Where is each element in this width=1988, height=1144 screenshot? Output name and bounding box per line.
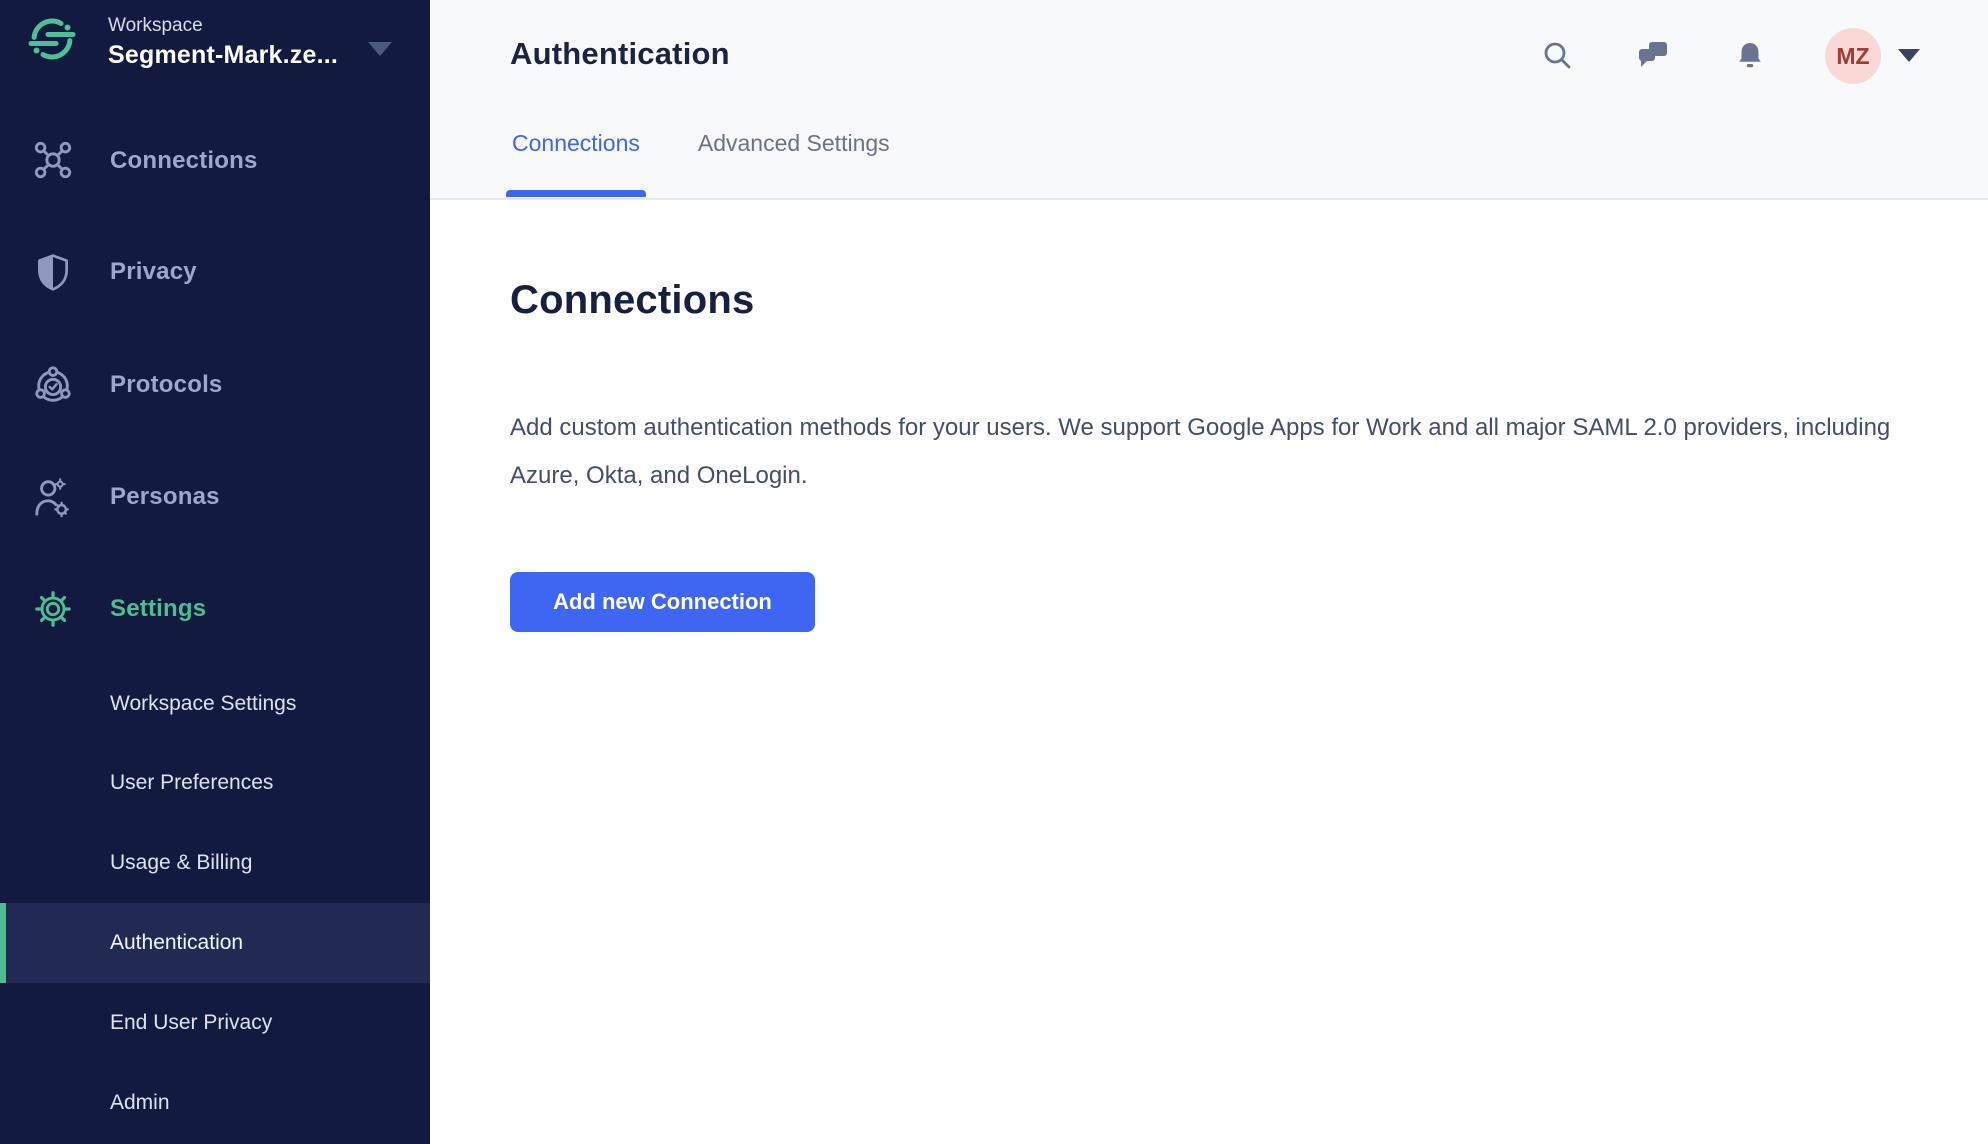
sidebar-item-connections[interactable]: Connections <box>0 130 430 192</box>
sidebar-subitem-label: Admin <box>110 1091 170 1115</box>
chevron-down-icon[interactable] <box>368 42 392 56</box>
workspace-name: Segment-Mark.ze... <box>108 39 338 71</box>
page-header: Authentication Connections Advanced Sett… <box>430 0 1988 200</box>
sidebar: Workspace Segment-Mark.ze... Connections <box>0 0 430 1144</box>
notifications-bell-icon[interactable] <box>1732 38 1768 74</box>
selected-indicator-bar <box>0 903 6 983</box>
chat-icon[interactable] <box>1635 38 1671 74</box>
chevron-down-icon[interactable] <box>1898 49 1920 62</box>
sidebar-item-privacy[interactable]: Privacy <box>0 241 430 303</box>
sidebar-subitem-user-preferences[interactable]: User Preferences <box>0 743 430 823</box>
sidebar-item-label: Protocols <box>110 371 222 399</box>
settings-gear-icon <box>31 587 75 631</box>
sidebar-subitem-admin[interactable]: Admin <box>0 1063 430 1143</box>
sidebar-subitem-authentication[interactable]: Authentication <box>0 903 430 983</box>
privacy-shield-icon <box>31 250 75 294</box>
sidebar-subitem-label: Authentication <box>110 931 243 955</box>
sidebar-subitem-usage-billing[interactable]: Usage & Billing <box>0 823 430 903</box>
sidebar-item-label: Connections <box>110 147 258 175</box>
workspace-texts: Workspace Segment-Mark.ze... <box>108 13 338 71</box>
sidebar-subitem-label: End User Privacy <box>110 1011 272 1035</box>
content-heading: Connections <box>510 278 754 323</box>
sidebar-subitem-label: Workspace Settings <box>110 692 296 716</box>
sidebar-item-personas[interactable]: Personas <box>0 466 430 528</box>
sidebar-item-label: Privacy <box>110 258 197 286</box>
workspace-switcher[interactable]: Workspace Segment-Mark.ze... <box>0 0 430 96</box>
app-root: Workspace Segment-Mark.ze... Connections <box>0 0 1988 1144</box>
protocols-icon <box>31 363 75 407</box>
sidebar-item-protocols[interactable]: Protocols <box>0 354 430 416</box>
tab-connections[interactable]: Connections <box>506 130 646 157</box>
workspace-label: Workspace <box>108 13 338 39</box>
sidebar-subitem-end-user-privacy[interactable]: End User Privacy <box>0 983 430 1063</box>
page-title: Authentication <box>510 36 730 72</box>
search-icon[interactable] <box>1540 38 1576 74</box>
sidebar-subitem-label: Usage & Billing <box>110 851 252 875</box>
sidebar-item-label: Personas <box>110 483 220 511</box>
sidebar-item-settings[interactable]: Settings <box>0 578 430 640</box>
tab-bar: Connections Advanced Settings <box>506 130 896 157</box>
avatar[interactable]: MZ <box>1825 28 1881 84</box>
tab-advanced-settings[interactable]: Advanced Settings <box>692 130 896 157</box>
segment-logo-icon <box>28 15 76 63</box>
personas-icon <box>31 475 75 519</box>
add-new-connection-button[interactable]: Add new Connection <box>510 572 815 632</box>
sidebar-subitem-workspace-settings[interactable]: Workspace Settings <box>0 664 430 744</box>
main-area: Authentication Connections Advanced Sett… <box>430 0 1988 1144</box>
content-description: Add custom authentication methods for yo… <box>510 404 1930 500</box>
sidebar-subitem-label: User Preferences <box>110 771 273 795</box>
sidebar-item-label: Settings <box>110 595 206 623</box>
connections-icon <box>31 139 75 183</box>
